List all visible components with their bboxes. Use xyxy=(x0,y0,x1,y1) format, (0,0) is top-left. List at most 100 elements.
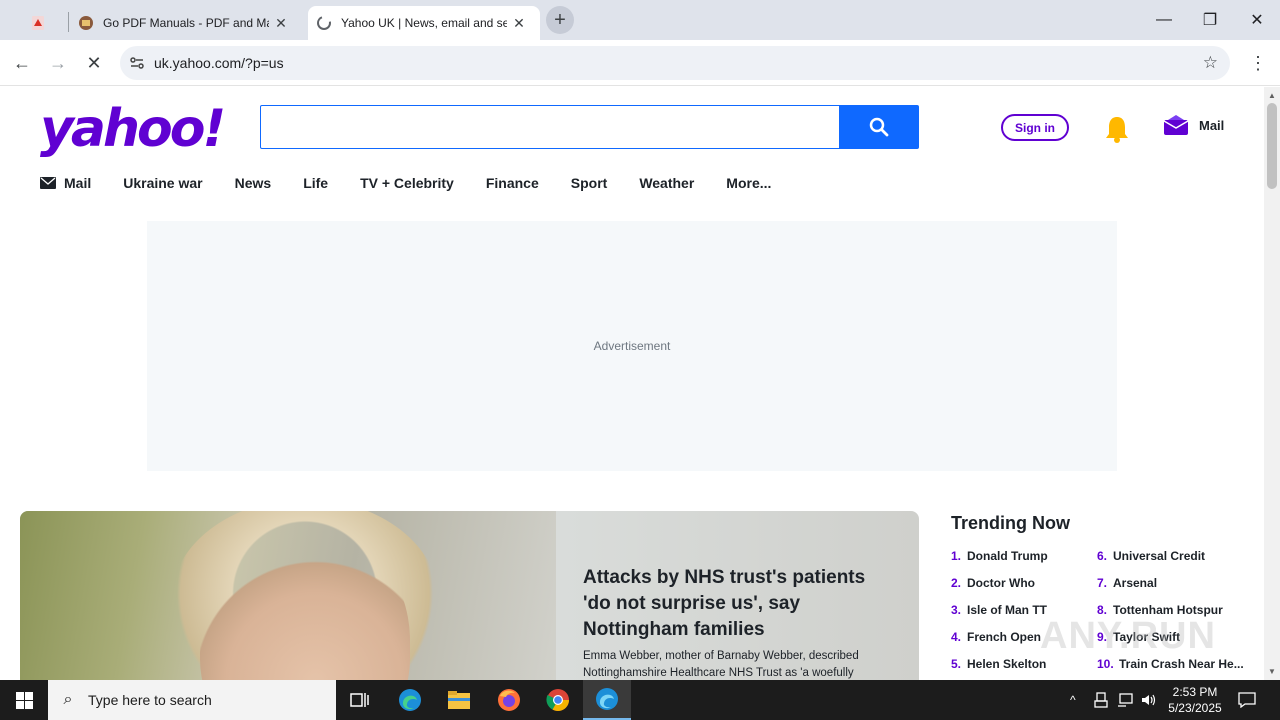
anyrun-watermark: ANY.RUN xyxy=(1040,615,1216,657)
hero-story[interactable]: Attacks by NHS trust's patients 'do not … xyxy=(20,511,919,680)
trending-item[interactable]: 7. Arsenal xyxy=(1097,576,1247,603)
hero-headline[interactable]: Attacks by NHS trust's patients 'do not … xyxy=(583,565,893,643)
search-button[interactable] xyxy=(839,106,918,148)
nav-weather[interactable]: Weather xyxy=(639,175,694,191)
search-icon xyxy=(869,117,888,137)
taskbar-search-placeholder: Type here to search xyxy=(88,692,212,708)
scroll-down-icon[interactable]: ▼ xyxy=(1268,667,1276,676)
trending-item[interactable]: 5. Helen Skelton xyxy=(951,657,1101,680)
search-input[interactable] xyxy=(261,106,840,148)
nav-ukraine-war[interactable]: Ukraine war xyxy=(123,175,202,191)
tab-gopdf[interactable]: Go PDF Manuals - PDF and Ma ✕ xyxy=(76,6,304,40)
trending-rank: 2. xyxy=(951,576,962,590)
trending-item[interactable]: 10. Train Crash Near He... xyxy=(1097,657,1247,680)
tab-pdf[interactable] xyxy=(30,6,68,40)
yahoo-logo[interactable]: yahoo! xyxy=(40,101,226,157)
trending-rank: 10. xyxy=(1097,657,1114,671)
nav-finance[interactable]: Finance xyxy=(486,175,539,191)
tray-chevron-icon[interactable]: ^ xyxy=(1070,680,1088,720)
task-view-icon[interactable] xyxy=(336,680,384,720)
start-button[interactable] xyxy=(0,680,48,720)
clock-time: 2:53 PM xyxy=(1172,685,1218,699)
close-tab-icon[interactable]: ✕ xyxy=(511,15,527,31)
trending-item[interactable]: 2. Doctor Who xyxy=(951,576,1101,603)
file-explorer-icon[interactable] xyxy=(435,680,483,720)
notification-bell-icon[interactable] xyxy=(1103,114,1131,144)
firefox-icon[interactable] xyxy=(485,680,533,720)
nav-sport[interactable]: Sport xyxy=(571,175,608,191)
restore-icon[interactable]: ❐ xyxy=(1187,0,1233,40)
mail-link[interactable]: Mail xyxy=(1163,114,1224,136)
pdf-icon xyxy=(30,15,46,31)
windows-taskbar: ⌕ Type here to search ^ 2:53 PM 5/23/202… xyxy=(0,680,1280,720)
clock-date: 5/23/2025 xyxy=(1168,701,1222,715)
system-clock[interactable]: 2:53 PM 5/23/2025 xyxy=(1160,684,1230,716)
nav-more[interactable]: More... xyxy=(726,175,771,191)
minimize-icon[interactable]: — xyxy=(1141,0,1187,40)
tab-separator xyxy=(68,12,69,32)
nav-news[interactable]: News xyxy=(235,175,272,191)
taskbar-search-box[interactable]: ⌕ Type here to search xyxy=(48,680,336,720)
trending-name[interactable]: Doctor Who xyxy=(967,576,1035,603)
ad-label: Advertisement xyxy=(593,339,671,353)
page-scrollbar[interactable]: ▲ ▼ xyxy=(1264,87,1280,680)
back-icon[interactable]: ← xyxy=(8,49,36,77)
edge-icon[interactable] xyxy=(386,680,434,720)
scroll-up-icon[interactable]: ▲ xyxy=(1268,91,1276,100)
browser-toolbar: ← → ✕ uk.yahoo.com/?p=us ☆ ⋮ xyxy=(0,40,1280,86)
bookmark-star-icon[interactable]: ☆ xyxy=(1203,53,1218,73)
trending-name[interactable]: Universal Credit xyxy=(1113,549,1205,576)
tab-title: Yahoo UK | News, email and sea xyxy=(341,16,507,30)
network-icon[interactable] xyxy=(1117,680,1135,720)
advertisement-slot[interactable]: Advertisement xyxy=(147,221,1117,471)
trending-rank: 5. xyxy=(951,657,962,671)
close-window-icon[interactable]: ✕ xyxy=(1234,0,1280,40)
sign-in-button[interactable]: Sign in xyxy=(1001,114,1069,141)
hero-summary: Emma Webber, mother of Barnaby Webber, d… xyxy=(583,650,859,679)
web-page: yahoo! Sign in Mail Mail Ukraine war New… xyxy=(0,87,1264,680)
tray-usb-icon[interactable] xyxy=(1094,680,1112,720)
nav-mail[interactable]: Mail xyxy=(40,175,91,191)
trending-name[interactable]: French Open xyxy=(967,630,1041,657)
scrollbar-thumb[interactable] xyxy=(1267,103,1277,189)
mail-label: Mail xyxy=(1199,117,1225,133)
trending-name[interactable]: Train Crash Near He... xyxy=(1119,657,1244,680)
trending-rank: 4. xyxy=(951,630,962,644)
hero-image[interactable] xyxy=(20,511,556,680)
trending-name[interactable]: Helen Skelton xyxy=(967,657,1046,680)
windows-logo-icon xyxy=(15,691,33,709)
trending-rank: 1. xyxy=(951,549,962,563)
trending-rank: 3. xyxy=(951,603,962,617)
browser-tab-strip: Go PDF Manuals - PDF and Ma ✕ Yahoo UK |… xyxy=(0,0,1280,40)
new-tab-button[interactable]: + xyxy=(546,6,574,34)
tab-title: Go PDF Manuals - PDF and Ma xyxy=(103,16,269,30)
url-text[interactable]: uk.yahoo.com/?p=us xyxy=(154,55,284,71)
forward-icon[interactable]: → xyxy=(44,49,72,77)
stop-loading-icon[interactable]: ✕ xyxy=(80,49,108,77)
trending-name[interactable]: Arsenal xyxy=(1113,576,1157,603)
notifications-icon[interactable] xyxy=(1238,680,1258,720)
main-nav: Mail Ukraine war News Life TV + Celebrit… xyxy=(40,173,803,193)
trending-rank: 7. xyxy=(1097,576,1108,590)
mail-icon xyxy=(40,177,56,189)
site-info-icon[interactable] xyxy=(120,56,154,70)
trending-name[interactable]: Donald Trump xyxy=(967,549,1048,576)
close-tab-icon[interactable]: ✕ xyxy=(273,15,289,31)
nav-tv-celebrity[interactable]: TV + Celebrity xyxy=(360,175,454,191)
chrome-icon[interactable] xyxy=(534,680,582,720)
address-bar[interactable]: uk.yahoo.com/?p=us ☆ xyxy=(120,46,1230,80)
browser-menu-icon[interactable]: ⋮ xyxy=(1246,49,1270,77)
trending-rank: 6. xyxy=(1097,549,1108,563)
mail-envelope-icon xyxy=(1163,115,1189,135)
nav-life[interactable]: Life xyxy=(303,175,328,191)
yahoo-loading-icon xyxy=(316,15,332,31)
trending-item[interactable]: 1. Donald Trump xyxy=(951,549,1101,576)
trending-item[interactable]: 6. Universal Credit xyxy=(1097,549,1247,576)
search-icon: ⌕ xyxy=(63,691,73,708)
edge-active-icon[interactable] xyxy=(583,680,631,720)
search-box[interactable] xyxy=(260,105,919,149)
trending-name[interactable]: Isle of Man TT xyxy=(967,603,1047,630)
volume-icon[interactable] xyxy=(1141,680,1159,720)
tab-yahoo[interactable]: Yahoo UK | News, email and sea ✕ xyxy=(308,6,540,40)
gopdf-icon xyxy=(78,15,94,31)
